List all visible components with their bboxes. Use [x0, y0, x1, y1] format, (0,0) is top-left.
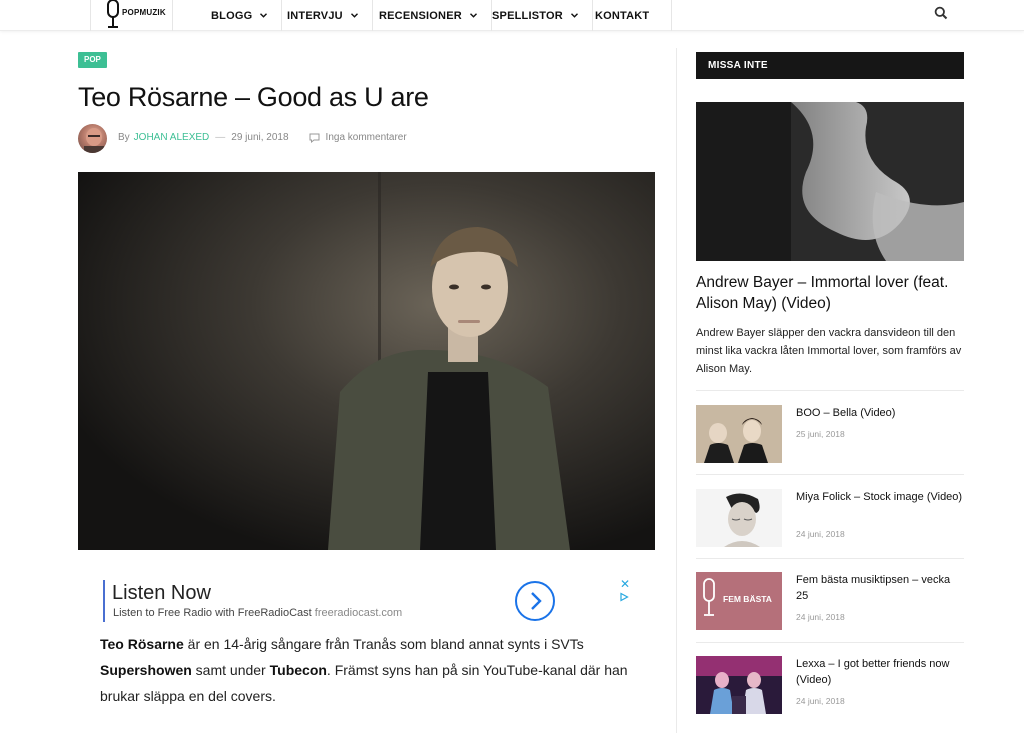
top-navigation-bar: POPMUZIK BLOGG INTERVJU RECENSIONER SPEL… — [0, 0, 1024, 31]
comment-icon — [309, 133, 320, 143]
post-date: 25 juni, 2018 — [796, 429, 845, 439]
thumbnail-image — [696, 656, 782, 714]
nav-item-intervju[interactable]: INTERVJU — [273, 0, 373, 31]
thumbnail-caption: FEM BÄSTA — [723, 594, 772, 604]
meta-separator: — — [215, 132, 226, 143]
category-badge[interactable]: POP — [78, 52, 107, 68]
nav-item-kontakt[interactable]: KONTAKT — [582, 0, 672, 31]
nav-label: INTERVJU — [287, 9, 343, 22]
nav-item-spellistor[interactable]: SPELLISTOR — [478, 0, 593, 31]
post-date: 24 juni, 2018 — [796, 696, 845, 706]
sidebar-heading: MISSA INTE — [696, 52, 964, 79]
advertisement-banner[interactable]: Listen Now Listen to Free Radio with Fre… — [101, 577, 631, 622]
chevron-down-icon — [350, 13, 358, 18]
post-thumbnail[interactable] — [696, 656, 782, 714]
ad-subtitle[interactable]: Listen to Free Radio with FreeRadioCast … — [113, 607, 402, 619]
body-text-1: är en 14-årig sångare från Tranås som bl… — [183, 636, 584, 652]
featured-post-title[interactable]: Andrew Bayer – Immortal lover (feat. Ali… — [696, 272, 964, 314]
search-icon[interactable] — [934, 6, 948, 20]
article-title: Teo Rösarne – Good as U are — [78, 82, 429, 112]
ad-accent-bar — [103, 580, 105, 622]
sidebar-separator — [696, 474, 964, 475]
artist-name: Teo Rösarne — [100, 636, 184, 652]
featured-post-excerpt: Andrew Bayer släpper den vackra dansvide… — [696, 327, 962, 375]
event-name: Tubecon — [269, 662, 327, 678]
author-avatar[interactable] — [78, 124, 107, 153]
body-text-2: samt under — [191, 662, 270, 678]
show-name: Supershowen — [100, 662, 192, 678]
author-link[interactable]: JOHAN ALEXED — [134, 132, 210, 143]
column-divider — [676, 48, 677, 733]
sidebar-separator — [696, 390, 964, 391]
ad-open-button[interactable] — [515, 581, 555, 621]
dancer-photo — [696, 102, 964, 261]
site-logo[interactable]: POPMUZIK — [90, 0, 173, 31]
article-body-paragraph: Teo Rösarne är en 14-årig sångare från T… — [100, 631, 640, 709]
logo-text: POPMUZIK — [122, 8, 166, 17]
comments-count: Inga kommentarer — [325, 132, 407, 143]
post-thumbnail[interactable] — [696, 405, 782, 463]
nav-label: SPELLISTOR — [492, 9, 563, 22]
thumbnail-image — [696, 489, 782, 547]
chevron-down-icon — [570, 13, 578, 18]
comments-link[interactable]: Inga kommentarer — [309, 132, 407, 143]
ad-domain: freeradiocast.com — [314, 607, 403, 619]
nav-item-recensioner[interactable]: RECENSIONER — [365, 0, 492, 31]
microphone-icon — [703, 578, 715, 616]
sidebar-separator — [696, 558, 964, 559]
nav-label: RECENSIONER — [379, 9, 462, 22]
post-title[interactable]: Miya Folick – Stock image (Video) — [796, 489, 964, 505]
post-title[interactable]: BOO – Bella (Video) — [796, 405, 964, 421]
post-thumbnail[interactable]: FEM BÄSTA — [696, 572, 782, 630]
nav-item-blogg[interactable]: BLOGG — [197, 0, 283, 31]
thumbnail-image — [696, 405, 782, 463]
post-thumbnail[interactable] — [696, 489, 782, 547]
portrait-photo — [78, 172, 655, 550]
by-label: By — [118, 132, 130, 143]
ad-title[interactable]: Listen Now — [112, 582, 211, 605]
post-date: 24 juni, 2018 — [796, 612, 845, 622]
sidebar-post-item[interactable]: BOO – Bella (Video) 25 juni, 2018 — [696, 405, 964, 463]
article-meta: By JOHAN ALEXED — 29 juni, 2018 Inga kom… — [118, 132, 407, 143]
post-title[interactable]: Fem bästa musiktipsen – vecka 25 — [796, 572, 964, 604]
article-featured-image — [78, 172, 655, 550]
nav-label: BLOGG — [211, 9, 253, 22]
article-date: 29 juni, 2018 — [231, 132, 289, 143]
microphone-icon — [107, 0, 119, 28]
sidebar-post-item[interactable]: Lexxa – I got better friends now (Video)… — [696, 656, 964, 714]
chevron-down-icon — [469, 13, 477, 18]
adchoices-icon[interactable] — [619, 592, 629, 602]
sidebar-post-item[interactable]: Miya Folick – Stock image (Video) 24 jun… — [696, 489, 964, 547]
sidebar-separator — [696, 642, 964, 643]
chevron-right-icon — [531, 592, 542, 610]
nav-label: KONTAKT — [595, 9, 650, 22]
ad-close-icon[interactable]: ✕ — [620, 577, 630, 591]
avatar-face-image — [84, 128, 104, 153]
sidebar-post-item[interactable]: FEM BÄSTA Fem bästa musiktipsen – vecka … — [696, 572, 964, 630]
chevron-down-icon — [260, 13, 268, 18]
post-title[interactable]: Lexxa – I got better friends now (Video) — [796, 656, 964, 688]
post-date: 24 juni, 2018 — [796, 529, 845, 539]
featured-post-image[interactable] — [696, 102, 964, 261]
ad-subtitle-text: Listen to Free Radio with FreeRadioCast — [113, 607, 312, 619]
